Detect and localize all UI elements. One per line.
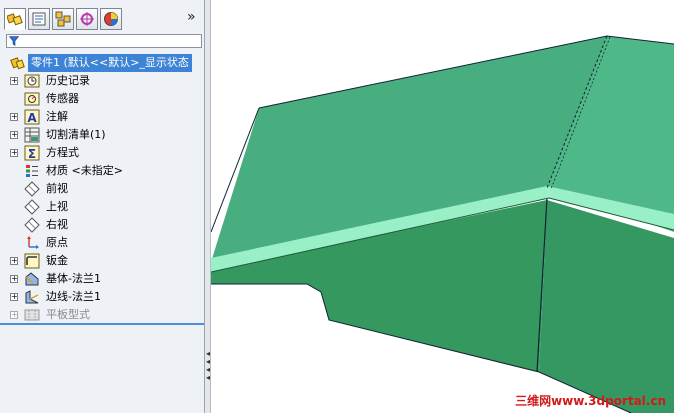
- flat-pattern-icon: [24, 309, 40, 321]
- tree-item-sensors[interactable]: 传感器: [0, 90, 204, 108]
- dimxpert-icon: [80, 12, 94, 26]
- tree-item-edge-flange[interactable]: + 边线-法兰1: [0, 288, 204, 306]
- tree-item-origin[interactable]: 原点: [0, 234, 204, 252]
- tree-item-label: 前视: [46, 182, 68, 195]
- propertymanager-tab[interactable]: [28, 8, 50, 30]
- expand-toggle[interactable]: +: [10, 149, 18, 157]
- tree-item-cut-list[interactable]: + 切割清单(1): [0, 126, 204, 144]
- base-flange-icon: [25, 272, 39, 286]
- expand-toggle[interactable]: +: [10, 257, 18, 265]
- tree-item-label: 右视: [46, 218, 68, 231]
- feature-tree-icon: [7, 13, 23, 26]
- cut-list-icon: [24, 127, 40, 143]
- tree-filter-input[interactable]: [6, 34, 202, 48]
- plane-icon: [24, 199, 40, 215]
- tree-item-flat-pattern[interactable]: + 平板型式: [0, 306, 204, 324]
- history-folder-icon: [24, 74, 40, 88]
- tree-root-part[interactable]: 零件1 (默认<<默认>_显示状态: [0, 54, 204, 72]
- expand-toggle[interactable]: +: [10, 113, 18, 121]
- tree-item-front-plane[interactable]: 前视: [0, 180, 204, 198]
- tree-item-equations[interactable]: + Σ 方程式: [0, 144, 204, 162]
- sensor-folder-icon: [24, 92, 40, 106]
- svg-text:A: A: [27, 111, 37, 125]
- material-icon: [26, 165, 38, 177]
- tree-item-label: 切割清单(1): [46, 128, 106, 141]
- tree-item-top-plane[interactable]: 上视: [0, 198, 204, 216]
- featuremanager-tab[interactable]: [4, 8, 26, 30]
- tree-item-base-flange[interactable]: + 基体-法兰1: [0, 270, 204, 288]
- sheet-metal-model[interactable]: [211, 0, 674, 413]
- tree-item-label: 原点: [46, 236, 68, 249]
- rollback-bar[interactable]: [0, 323, 204, 325]
- tree-item-label: 平板型式: [46, 308, 90, 321]
- tree-item-label: 方程式: [46, 146, 79, 159]
- tree-item-label: 边线-法兰1: [46, 290, 101, 303]
- plane-icon: [24, 217, 40, 233]
- graphics-viewport[interactable]: 三维网www.3dportal.cn: [211, 0, 674, 413]
- tree-item-label: 上视: [46, 200, 68, 213]
- expand-toggle[interactable]: +: [10, 131, 18, 139]
- configurationmanager-tab[interactable]: [52, 8, 74, 30]
- displaymanager-tab[interactable]: [100, 8, 122, 30]
- display-manager-icon: [104, 12, 118, 26]
- expand-toggle[interactable]: +: [10, 77, 18, 85]
- expand-toggle[interactable]: +: [10, 275, 18, 283]
- tree-item-label: 基体-法兰1: [46, 272, 101, 285]
- tree-item-history[interactable]: + 历史记录: [0, 72, 204, 90]
- tree-root-label: 零件1 (默认<<默认>_显示状态: [28, 54, 192, 72]
- svg-text:Σ: Σ: [28, 147, 36, 161]
- property-manager-icon: [32, 12, 46, 26]
- tree-item-label: 传感器: [46, 92, 79, 105]
- tree-item-sheet-metal[interactable]: + 钣金: [0, 252, 204, 270]
- feature-manager-panel: » 零件1 (默认<<默认>_显示状态 + 历史记录 传感器 + A 注解 + …: [0, 0, 205, 413]
- tree-item-right-plane[interactable]: 右视: [0, 216, 204, 234]
- tree-item-label: 钣金: [46, 254, 68, 267]
- tree-item-label: 历史记录: [46, 74, 90, 87]
- splitter-grip-icon[interactable]: ◂ ◂ ◂ ◂: [206, 350, 210, 382]
- tree-item-material[interactable]: 材质 <未指定>: [0, 162, 204, 180]
- equations-icon: Σ: [24, 145, 40, 161]
- tree-item-label: 材质 <未指定>: [46, 164, 123, 177]
- annotation-icon: A: [24, 109, 40, 125]
- plane-icon: [24, 181, 40, 197]
- expand-chevron-icon[interactable]: »: [187, 9, 195, 25]
- dimxpertmanager-tab[interactable]: [76, 8, 98, 30]
- origin-icon: [27, 236, 39, 249]
- sheet-metal-icon: [24, 253, 40, 269]
- watermark: 三维网www.3dportal.cn: [515, 394, 666, 408]
- filter-icon[interactable]: [9, 36, 19, 46]
- part-icon: [10, 57, 25, 70]
- expand-toggle[interactable]: +: [10, 293, 18, 301]
- edge-flange-icon: [25, 290, 39, 304]
- tree-item-label: 注解: [46, 110, 68, 123]
- manager-tabbar: [4, 8, 122, 32]
- tree-item-annotations[interactable]: + A 注解: [0, 108, 204, 126]
- configuration-manager-icon: [55, 11, 71, 27]
- expand-toggle[interactable]: +: [10, 311, 18, 319]
